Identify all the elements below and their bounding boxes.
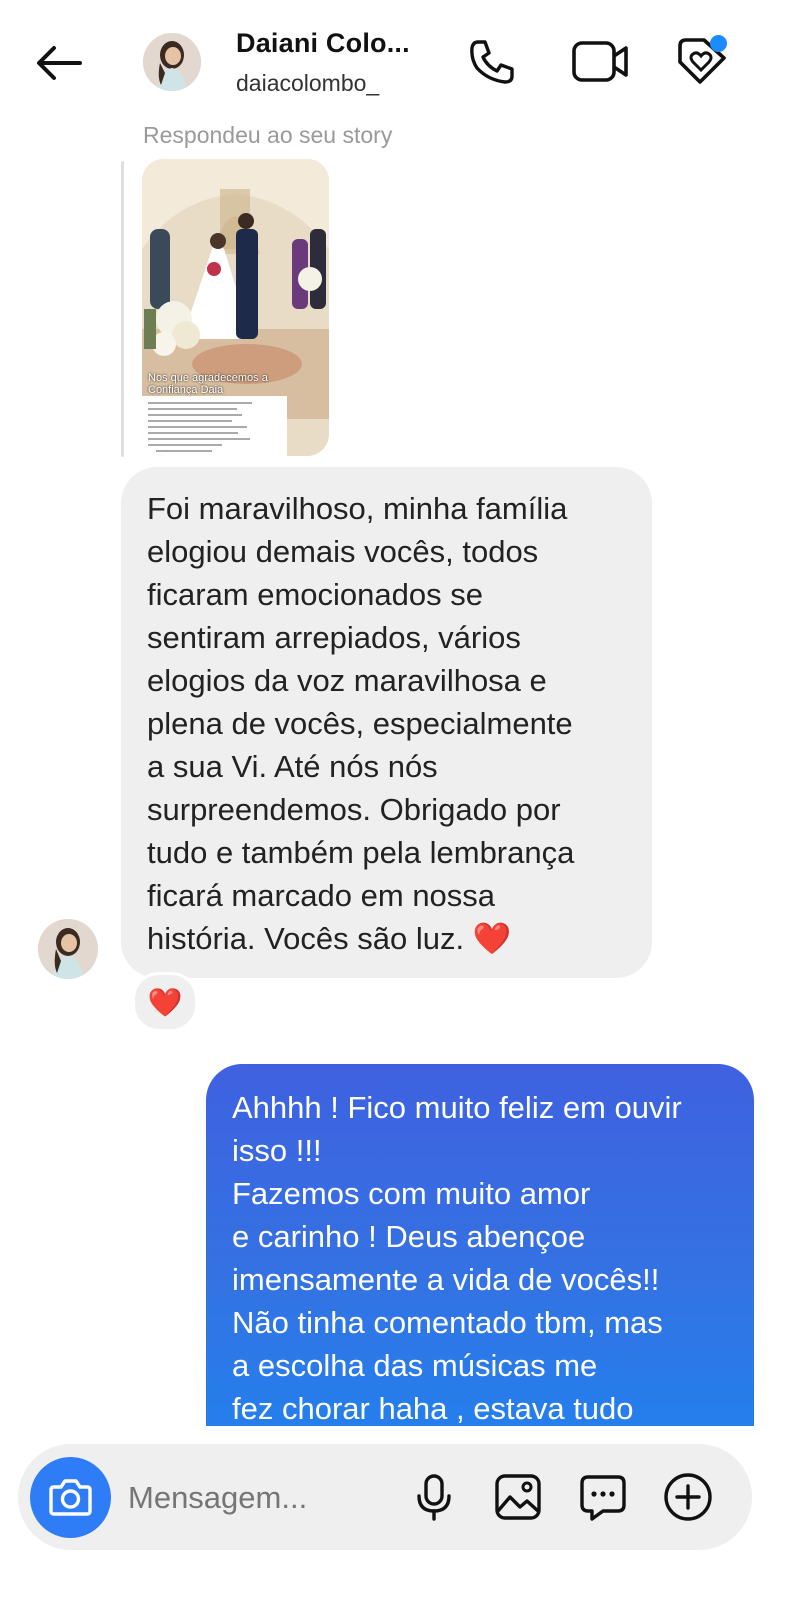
received-message-bubble[interactable]: Foi maravilhoso, minha família elogiou d… (121, 467, 652, 978)
more-options-button[interactable] (662, 1471, 714, 1523)
video-call-button[interactable] (570, 34, 630, 90)
heart-emoji: ❤️ (472, 921, 512, 956)
heart-reaction-icon: ❤️ (147, 986, 183, 1018)
sticker-button[interactable] (577, 1471, 629, 1523)
story-thumbnail[interactable]: Nos que agradecemos a Confiança Daia (142, 159, 329, 456)
contact-avatar[interactable] (143, 33, 201, 91)
sticker-chat-icon (580, 1475, 626, 1521)
sender-avatar[interactable] (38, 919, 98, 979)
story-caption: Nos que agradecemos a Confiança Daia (148, 372, 268, 396)
back-arrow-icon (37, 46, 82, 80)
contact-name[interactable]: Daiani Colo... (236, 28, 410, 59)
camera-button[interactable] (30, 1457, 111, 1538)
voice-call-button[interactable] (464, 34, 520, 90)
sent-message-text: Ahhhh ! Fico muito feliz em ouvir isso !… (232, 1090, 682, 1426)
message-reaction[interactable]: ❤️ (132, 972, 198, 1032)
gallery-icon (495, 1474, 541, 1520)
voice-message-button[interactable] (408, 1471, 460, 1523)
video-camera-icon (572, 41, 628, 82)
reply-indicator-bar (121, 161, 124, 457)
received-message-text: Foi maravilhoso, minha família elogiou d… (147, 491, 575, 956)
phone-icon (470, 40, 514, 84)
camera-icon (49, 1479, 92, 1516)
back-button[interactable] (30, 38, 90, 88)
story-reply-label: Respondeu ao seu story (143, 122, 393, 148)
plus-circle-icon (664, 1473, 712, 1521)
gallery-button[interactable] (492, 1471, 544, 1523)
notification-dot (710, 35, 727, 52)
message-input[interactable] (128, 1478, 388, 1518)
contact-username[interactable]: daiacolombo_ (236, 70, 379, 97)
sent-message-bubble[interactable]: Ahhhh ! Fico muito feliz em ouvir isso !… (206, 1064, 754, 1484)
microphone-icon (417, 1474, 451, 1521)
